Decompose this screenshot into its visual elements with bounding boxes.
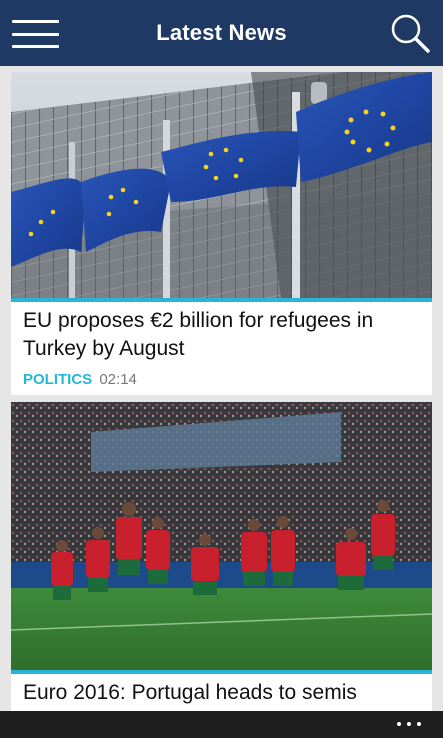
news-card[interactable]: EU proposes €2 billion for refugees in T… [11,72,432,395]
article-photo-eu-flags[interactable] [11,72,432,298]
app-header: Latest News [0,0,443,66]
page-title: Latest News [156,20,287,45]
article-time: 02:14 [99,371,137,388]
hamburger-menu-icon[interactable] [12,20,60,50]
article-headline[interactable]: EU proposes €2 billion for refugees in T… [11,302,432,363]
bottom-app-bar [0,711,443,738]
search-icon[interactable] [389,12,431,54]
article-meta: POLITICS 02:14 [11,363,432,388]
news-card[interactable]: Euro 2016: Portugal heads to semis [11,402,432,711]
article-headline[interactable]: Euro 2016: Portugal heads to semis [11,674,432,707]
category-label[interactable]: POLITICS [23,371,92,388]
news-feed[interactable]: EU proposes €2 billion for refugees in T… [0,66,443,711]
article-photo-football[interactable] [11,402,432,670]
more-ellipsis-icon[interactable] [395,719,423,729]
